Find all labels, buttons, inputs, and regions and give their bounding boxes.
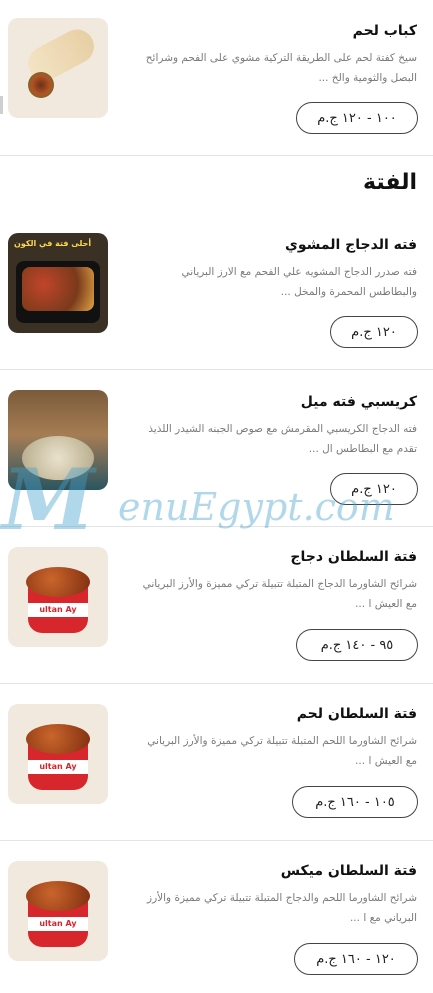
item-description: سيخ كفتة لحم على الطريقة التركية مشوي عل… bbox=[145, 52, 417, 84]
item-description: شرائح الشاورما الدجاج المتبلة تتبيلة ترك… bbox=[142, 578, 417, 610]
item-name: فته الدجاج المشوي bbox=[285, 237, 417, 253]
item-description: فته صدرر الدجاج المشويه علي الفحم مع الا… bbox=[181, 266, 417, 298]
sultan-mix-image: ultan Ay bbox=[8, 861, 108, 961]
grilled-chicken-fatteh-image: أحلى فتة في الكون bbox=[8, 233, 108, 333]
image-banner-text: أحلى فتة في الكون bbox=[14, 239, 92, 248]
menu-item[interactable]: ultan Ay فتة السلطان ميكس شرائح الشاورما… bbox=[0, 841, 433, 993]
cup-brand-text: ultan Ay bbox=[39, 762, 77, 771]
item-name: كريسبي فته ميل bbox=[300, 394, 417, 410]
item-name: كباب لحم bbox=[352, 23, 417, 39]
kebab-wrap-image bbox=[8, 18, 108, 118]
menu-item[interactable]: ultan Ay فتة السلطان دجاج شرائح الشاورما… bbox=[0, 527, 433, 684]
menu-item[interactable]: ultan Ay فتة السلطان لحم شرائح الشاورما … bbox=[0, 684, 433, 841]
item-description: شرائح الشاورما اللحم والدجاج المتبلة تتب… bbox=[147, 892, 417, 924]
section-title: الفتة bbox=[363, 170, 417, 195]
menu-item[interactable]: كريسبي فته ميل فته الدجاج الكريسبي المقر… bbox=[0, 370, 433, 527]
menu-item[interactable]: أحلى فتة في الكون فته الدجاج المشوي فته … bbox=[0, 213, 433, 370]
price-button[interactable]: ٩٥ - ١٤٠ ج.م bbox=[296, 629, 418, 661]
item-name: فتة السلطان ميكس bbox=[280, 863, 417, 879]
price-button[interactable]: ١٢٠ ج.م bbox=[330, 473, 418, 505]
cup-brand-text: ultan Ay bbox=[39, 919, 77, 928]
price-button[interactable]: ١٢٠ ج.م bbox=[330, 316, 418, 348]
item-description: فته الدجاج الكريسبي المقرمش مع صوص الجبن… bbox=[148, 423, 417, 455]
cup-brand-text: ultan Ay bbox=[39, 605, 77, 614]
menu-item[interactable]: كباب لحم سيخ كفتة لحم على الطريقة التركي… bbox=[0, 0, 433, 156]
item-name: فتة السلطان دجاج bbox=[290, 549, 417, 565]
crispy-fatteh-image bbox=[8, 390, 108, 490]
sultan-meat-image: ultan Ay bbox=[8, 704, 108, 804]
price-button[interactable]: ١٢٠ - ١٦٠ ج.م bbox=[294, 943, 418, 975]
item-description: شرائح الشاورما اللحم المتبلة تتبيلة تركي… bbox=[147, 735, 417, 767]
item-name: فتة السلطان لحم bbox=[296, 706, 417, 722]
sultan-chicken-image: ultan Ay bbox=[8, 547, 108, 647]
price-button[interactable]: ١٠٥ - ١٦٠ ج.م bbox=[292, 786, 418, 818]
price-button[interactable]: ١٠٠ - ١٢٠ ج.م bbox=[296, 102, 418, 134]
